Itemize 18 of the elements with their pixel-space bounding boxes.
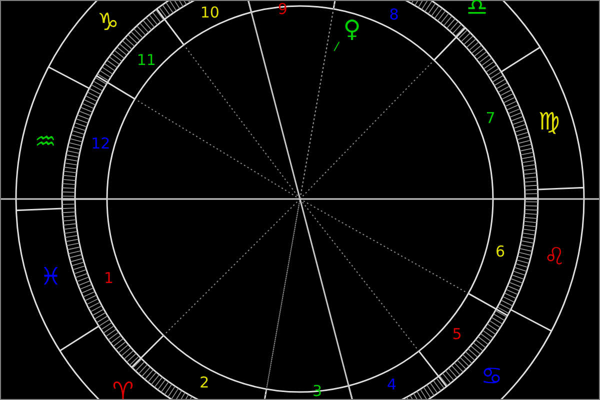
zodiac-sign-glyph: ♓: [40, 262, 62, 291]
zodiac-sign-glyph: ♑: [97, 8, 119, 36]
zodiac-sign-glyph: ♈: [112, 376, 134, 400]
zodiac-sign-glyph: ♍: [538, 107, 560, 136]
house-number: 4: [386, 376, 396, 394]
house-number: 1: [104, 269, 114, 288]
house-number: 10: [200, 4, 220, 22]
zodiac-sign-glyph: ♋: [481, 362, 503, 390]
zodiac-sign-glyph: ♒: [34, 128, 56, 156]
house-number: 2: [200, 374, 210, 392]
zodiac-sign-glyph: ♌: [544, 242, 566, 270]
planet-glyph: ♀: [343, 14, 361, 43]
house-number: 12: [91, 134, 110, 152]
house-number: 7: [486, 109, 496, 128]
house-number: 6: [496, 242, 506, 260]
house-number: 11: [136, 51, 156, 70]
house-number: 5: [452, 324, 462, 343]
house-number: 8: [389, 6, 399, 24]
